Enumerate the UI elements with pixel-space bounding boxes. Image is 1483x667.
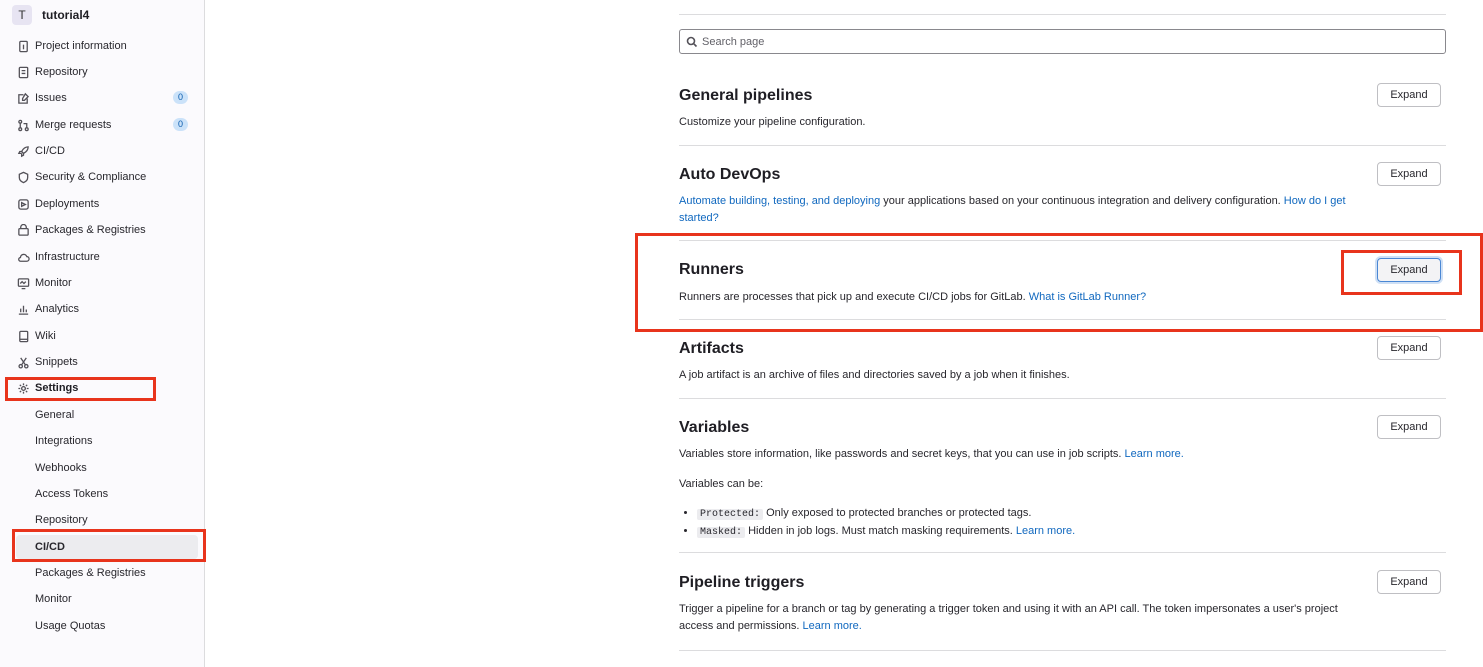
search-icon (686, 36, 698, 47)
settings-sub-integrations[interactable]: Integrations (35, 431, 92, 451)
triggers-learn-more-link[interactable]: Learn more. (803, 620, 862, 632)
variables-desc: Variables store information, like passwo… (679, 446, 1359, 463)
variables-title: Variables (679, 419, 750, 436)
settings-sub-general[interactable]: General (35, 405, 74, 425)
sidebar-item-analytics[interactable]: Analytics (16, 299, 192, 319)
monitor-icon (16, 276, 30, 290)
sidebar-item-packages-registries[interactable]: Packages & Registries (16, 220, 192, 240)
variables-list: Protected: Only exposed to protected bra… (697, 505, 1075, 541)
divider (679, 398, 1446, 399)
sidebar-item-label: Deployments (35, 198, 100, 210)
pipeline-triggers-text: Trigger a pipeline for a branch or tag b… (679, 603, 1338, 632)
variables-expand-button[interactable]: Expand (1377, 415, 1441, 439)
cloud-icon (16, 250, 30, 264)
ci-cd-highlight-box (12, 529, 206, 562)
document-icon (16, 65, 30, 79)
book-icon (16, 329, 30, 343)
settings-highlight-box (5, 377, 156, 401)
pipeline-triggers-desc: Trigger a pipeline for a branch or tag b… (679, 601, 1359, 635)
auto-devops-title: Auto DevOps (679, 166, 781, 183)
settings-sub-repository[interactable]: Repository (35, 510, 88, 530)
package-icon (16, 223, 30, 237)
divider (679, 650, 1446, 651)
auto-devops-link[interactable]: Automate building, testing, and deployin… (679, 195, 880, 207)
chart-icon (16, 302, 30, 316)
settings-sub-packages-registries[interactable]: Packages & Registries (35, 563, 146, 583)
sidebar-item-label: Infrastructure (35, 251, 100, 263)
sidebar-item-snippets[interactable]: Snippets (16, 352, 192, 372)
sidebar-item-issues[interactable]: Issues 0 (16, 88, 192, 108)
sidebar-item-label: Monitor (35, 277, 72, 289)
settings-sub-webhooks[interactable]: Webhooks (35, 458, 87, 478)
variables-can-be: Variables can be: (679, 478, 764, 490)
masked-text: Hidden in job logs. Must match masking r… (745, 525, 1016, 537)
sidebar-item-label: Analytics (35, 303, 80, 315)
sidebar-item-deployments[interactable]: Deployments (16, 194, 192, 214)
pipeline-triggers-title: Pipeline triggers (679, 574, 805, 591)
masked-code: Masked: (697, 527, 746, 538)
divider (679, 145, 1446, 146)
general-pipelines-expand-button[interactable]: Expand (1377, 83, 1441, 107)
variables-learn-more-link[interactable]: Learn more. (1125, 448, 1184, 460)
variables-text: Variables store information, like passwo… (679, 448, 1125, 460)
sidebar-item-label: Snippets (35, 356, 78, 368)
settings-sub-usage-quotas[interactable]: Usage Quotas (35, 616, 105, 636)
settings-sub-access-tokens[interactable]: Access Tokens (35, 484, 108, 504)
issues-icon (16, 91, 30, 105)
sidebar-item-label: Packages & Registries (35, 224, 146, 236)
settings-sub-monitor[interactable]: Monitor (35, 589, 72, 609)
artifacts-title: Artifacts (679, 340, 744, 357)
auto-devops-expand-button[interactable]: Expand (1377, 162, 1441, 186)
deployments-icon (16, 197, 30, 211)
sidebar-item-wiki[interactable]: Wiki (16, 326, 192, 346)
sidebar-item-merge-requests[interactable]: Merge requests 0 (16, 115, 192, 135)
protected-text: Only exposed to protected branches or pr… (763, 507, 1032, 519)
list-item: Protected: Only exposed to protected bra… (697, 505, 1075, 523)
sidebar-item-security-compliance[interactable]: Security & Compliance (16, 167, 192, 187)
pipeline-triggers-expand-button[interactable]: Expand (1377, 570, 1441, 594)
general-pipelines-title: General pipelines (679, 87, 813, 104)
sidebar-item-label: Project information (35, 40, 127, 52)
auto-devops-desc: Automate building, testing, and deployin… (679, 193, 1359, 227)
sidebar-item-infrastructure[interactable]: Infrastructure (16, 247, 192, 267)
info-icon (16, 39, 30, 53)
sidebar-item-project-information[interactable]: Project information (16, 36, 192, 56)
general-pipelines-desc: Customize your pipeline configuration. (679, 116, 866, 128)
sidebar-item-label: Wiki (35, 330, 56, 342)
sidebar-item-label: Merge requests (35, 119, 112, 131)
artifacts-desc: A job artifact is an archive of files an… (679, 369, 1070, 381)
issues-count-badge: 0 (172, 91, 188, 104)
search-page-input[interactable] (702, 35, 1402, 48)
sidebar-item-repository[interactable]: Repository (16, 62, 192, 82)
sidebar-item-ci-cd[interactable]: CI/CD (16, 141, 192, 161)
sidebar-item-monitor[interactable]: Monitor (16, 273, 192, 293)
merge-requests-count-badge: 0 (172, 118, 188, 131)
list-item: Masked: Hidden in job logs. Must match m… (697, 523, 1075, 541)
sidebar-item-label: Issues (35, 92, 67, 104)
rocket-icon (16, 144, 30, 158)
sidebar-item-label: Security & Compliance (35, 171, 147, 183)
sidebar-item-label: CI/CD (35, 145, 65, 157)
project-name: tutorial4 (42, 8, 90, 22)
merge-request-icon (16, 118, 30, 132)
runners-expand-highlight-box (1341, 250, 1462, 295)
sidebar: T tutorial4 Project information Reposito… (0, 0, 205, 667)
search-page-field[interactable] (679, 29, 1446, 54)
artifacts-expand-button[interactable]: Expand (1377, 336, 1441, 360)
project-header[interactable]: T tutorial4 (12, 4, 89, 26)
sidebar-item-label: Repository (35, 66, 88, 78)
divider (679, 552, 1446, 553)
protected-code: Protected: (697, 509, 764, 520)
masked-learn-more-link[interactable]: Learn more. (1016, 525, 1075, 537)
project-avatar: T (12, 5, 32, 25)
auto-devops-text: your applications based on your continuo… (880, 195, 1284, 207)
shield-icon (16, 170, 30, 184)
divider (679, 14, 1446, 15)
scissors-icon (16, 355, 30, 369)
